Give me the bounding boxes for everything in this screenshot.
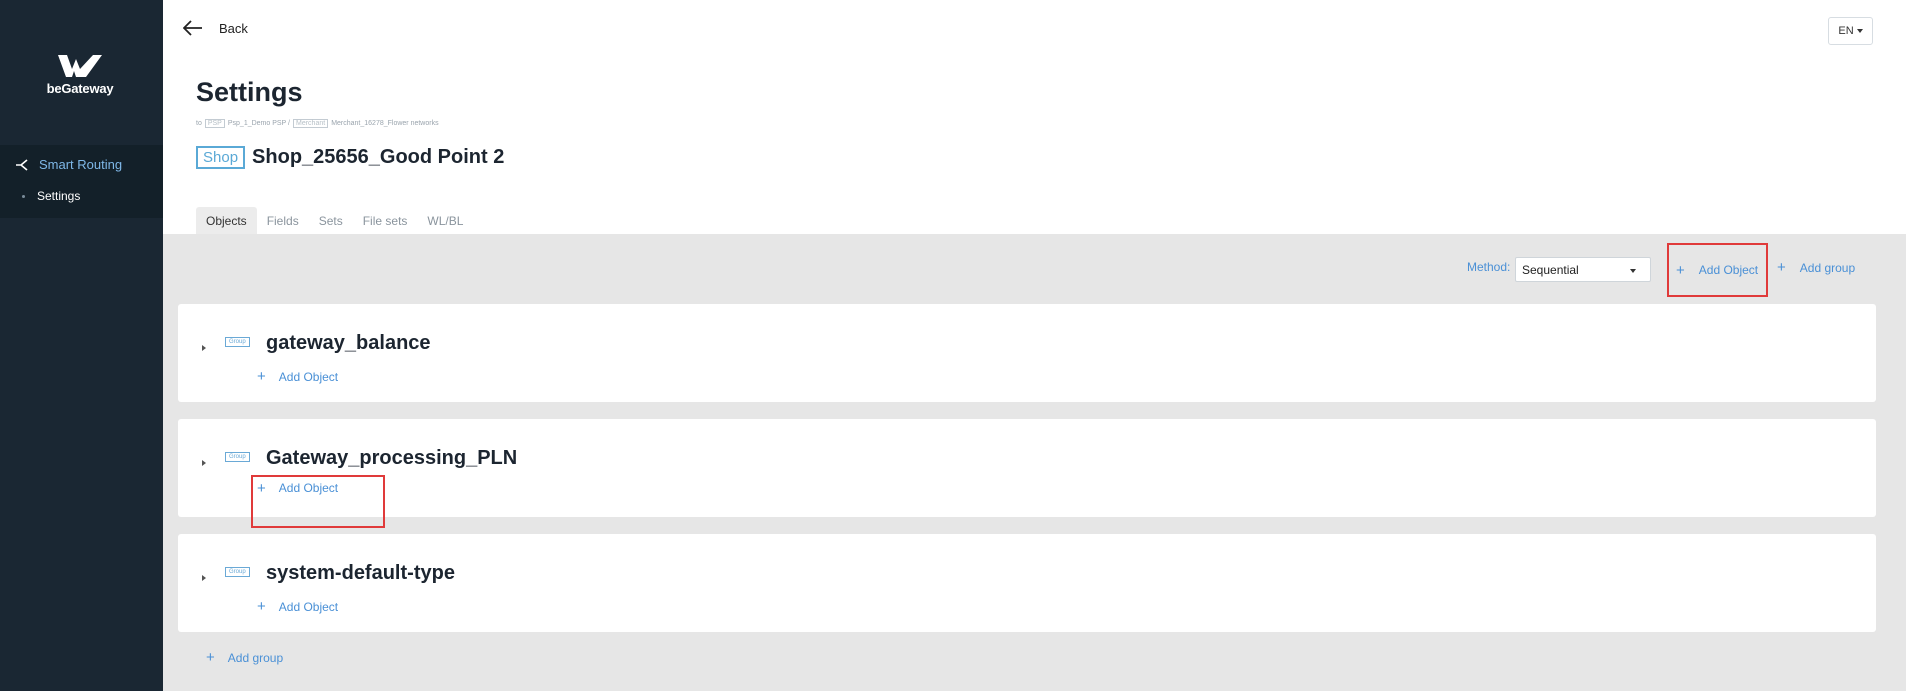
tab-objects[interactable]: Objects xyxy=(196,207,257,235)
brand-logo[interactable]: beGateway xyxy=(40,55,120,96)
group-tag: Group xyxy=(225,452,250,462)
shop-tag: Shop xyxy=(196,146,246,169)
sidebar-item-label: Smart Routing xyxy=(39,157,123,172)
plus-icon: + xyxy=(1676,261,1685,279)
psp-tag: PSP xyxy=(204,119,225,128)
brand-name: beGateway xyxy=(46,81,114,96)
bullet-icon xyxy=(22,194,25,198)
add-group-button[interactable]: + Add group xyxy=(206,650,283,665)
back-button[interactable]: Back xyxy=(183,20,248,36)
add-object-button[interactable]: + Add Object xyxy=(1667,243,1768,297)
tab-sets[interactable]: Sets xyxy=(309,207,353,235)
page-title: Settings xyxy=(196,77,303,107)
group-name: gateway_balance xyxy=(266,332,431,354)
tab-wl-bl[interactable]: WL/BL xyxy=(417,207,473,235)
shop-heading: Shop Shop_25656_Good Point 2 xyxy=(196,146,504,169)
back-label: Back xyxy=(219,20,248,36)
sidebar-item-settings[interactable]: Settings xyxy=(22,189,80,203)
add-object-button[interactable]: + Add Object xyxy=(251,475,385,528)
merchant-tag: Merchant xyxy=(293,119,329,128)
expand-caret-icon[interactable] xyxy=(202,345,206,351)
method-label: Method: xyxy=(1467,260,1511,274)
method-value: Sequential xyxy=(1522,262,1579,277)
sidebar-subitem-label: Settings xyxy=(37,189,81,203)
add-object-label: Add Object xyxy=(1698,263,1759,277)
expand-caret-icon[interactable] xyxy=(202,460,206,466)
breadcrumb-psp-link[interactable]: Psp_1_Demo PSP / xyxy=(228,120,290,127)
sidebar: beGateway Smart Routing Settings xyxy=(0,0,163,691)
add-object-label: Add Object xyxy=(278,599,339,614)
shop-name: Shop_25656_Good Point 2 xyxy=(252,146,505,168)
method-select[interactable]: Sequential xyxy=(1515,257,1651,282)
plus-icon: + xyxy=(257,368,266,385)
group-tag: Group xyxy=(225,567,250,577)
expand-caret-icon[interactable] xyxy=(202,575,206,581)
group-name: Gateway_processing_PLN xyxy=(266,447,518,469)
plus-icon: + xyxy=(257,480,266,497)
tab-fields[interactable]: Fields xyxy=(257,207,309,235)
add-group-button[interactable]: + Add group xyxy=(1777,260,1855,275)
add-object-label: Add Object xyxy=(278,369,339,384)
add-group-label: Add group xyxy=(227,650,284,665)
add-group-label: Add group xyxy=(1799,260,1856,275)
group-card: Group system-default-type + Add Object xyxy=(178,534,1876,632)
group-tag: Group xyxy=(225,337,250,347)
add-object-button[interactable]: + Add Object xyxy=(257,369,338,384)
language-select[interactable]: EN xyxy=(1828,17,1873,45)
sidebar-item-smart-routing[interactable]: Smart Routing xyxy=(15,157,122,172)
breadcrumb-prefix: to xyxy=(196,120,202,127)
add-object-button[interactable]: + Add Object xyxy=(257,599,338,614)
tab-bar: Objects Fields Sets File sets WL/BL xyxy=(196,207,473,235)
nav-section-smart-routing: Smart Routing Settings xyxy=(0,145,163,218)
language-value: EN xyxy=(1838,25,1854,37)
group-card: Group gateway_balance + Add Object xyxy=(178,304,1876,402)
breadcrumb: to PSP Psp_1_Demo PSP / Merchant Merchan… xyxy=(196,119,439,128)
plus-icon: + xyxy=(257,598,266,615)
begateway-logo-icon xyxy=(58,55,102,77)
tab-file-sets[interactable]: File sets xyxy=(353,207,418,235)
caret-down-icon xyxy=(1856,29,1863,33)
group-name: system-default-type xyxy=(266,562,455,584)
add-object-label: Add Object xyxy=(278,481,339,495)
plus-icon: + xyxy=(206,649,215,666)
arrow-left-icon xyxy=(183,20,202,36)
caret-down-icon xyxy=(1630,269,1636,273)
breadcrumb-merchant-link[interactable]: Merchant_16278_Flower networks xyxy=(331,120,438,127)
routing-icon xyxy=(16,158,28,171)
group-card: Group Gateway_processing_PLN + Add Objec… xyxy=(178,419,1876,528)
plus-icon: + xyxy=(1777,259,1786,276)
